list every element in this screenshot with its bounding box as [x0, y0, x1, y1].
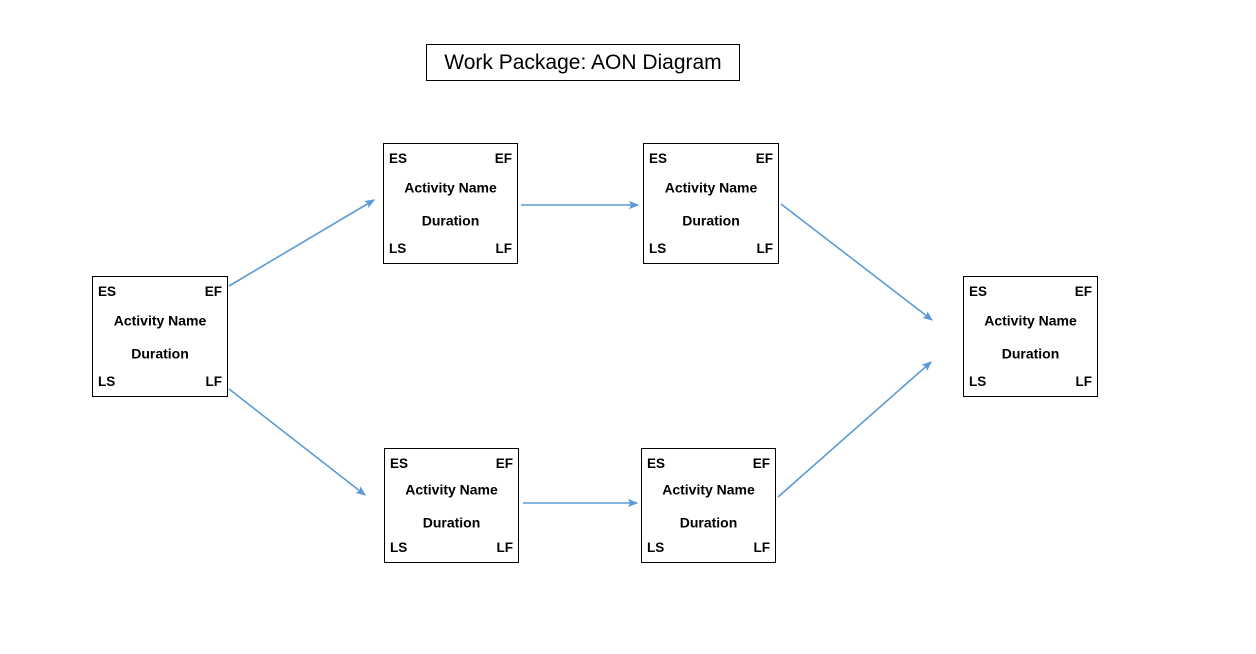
node-bottom-second-ef-label: EF [752, 456, 770, 471]
node-finish-duration: Duration [1001, 345, 1060, 361]
node-top-second-duration: Duration [682, 212, 740, 228]
node-finish-body: Activity Name Duration [964, 313, 1097, 360]
node-start-ls-label: LS [98, 373, 116, 389]
aon-node-finish[interactable]: ES EF Activity Name Duration LS LF [963, 276, 1098, 397]
node-finish-ls-label: LS [969, 373, 987, 389]
node-top-first-duration: Duration [421, 212, 480, 228]
node-top-first-ls-label: LS [389, 240, 407, 256]
node-top-second-ls-label: LS [649, 240, 667, 256]
node-top-second-body: Activity Name Duration [644, 180, 778, 227]
node-bottom-first-duration: Duration [422, 514, 481, 530]
node-top-second-ef-label: EF [755, 151, 773, 166]
node-bottom-second-body: Activity Name Duration [642, 482, 775, 529]
aon-node-top-first[interactable]: ES EF Activity Name Duration LS LF [383, 143, 518, 264]
node-start-body: Activity Name Duration [93, 313, 227, 360]
aon-node-bottom-second[interactable]: ES EF Activity Name Duration LS LF [641, 448, 776, 563]
node-start-es-label: ES [98, 284, 117, 299]
node-top-second-es-label: ES [649, 151, 668, 166]
node-bottom-first-lf-label: LF [496, 539, 514, 555]
aon-diagram-canvas: Work Package: AON Diagram ES EF Activity… [0, 0, 1256, 654]
node-bottom-second-duration: Duration [679, 514, 738, 530]
node-bottom-second-ls-label: LS [647, 539, 665, 555]
node-finish-activity-name: Activity Name [984, 312, 1077, 328]
node-finish-ef-label: EF [1074, 284, 1092, 299]
node-top-first-es-label: ES [389, 151, 408, 166]
node-start-duration: Duration [131, 345, 189, 361]
node-bottom-first-es-label: ES [390, 456, 409, 471]
node-start-ef-label: EF [204, 284, 222, 299]
node-start-lf-label: LF [205, 373, 223, 389]
diagram-title-text: Work Package: AON Diagram [444, 51, 722, 74]
node-top-first-body: Activity Name Duration [384, 180, 517, 227]
node-bottom-first-activity-name: Activity Name [405, 481, 498, 497]
connector-start-to-bottom-first [228, 388, 367, 496]
node-finish-lf-label: LF [1075, 373, 1093, 389]
node-top-first-ef-label: EF [494, 151, 512, 166]
node-finish-es-label: ES [969, 284, 988, 299]
node-top-first-activity-name: Activity Name [404, 179, 497, 195]
aon-node-bottom-first[interactable]: ES EF Activity Name Duration LS LF [384, 448, 519, 563]
connector-bottom-second-to-finish [777, 361, 932, 498]
node-bottom-second-es-label: ES [647, 456, 666, 471]
connector-top-second-to-finish [780, 203, 934, 321]
node-bottom-first-ef-label: EF [495, 456, 513, 471]
node-top-second-lf-label: LF [756, 240, 774, 256]
node-bottom-first-ls-label: LS [390, 539, 408, 555]
node-top-first-lf-label: LF [495, 240, 513, 256]
aon-node-top-second[interactable]: ES EF Activity Name Duration LS LF [643, 143, 779, 264]
node-bottom-second-activity-name: Activity Name [662, 481, 755, 497]
node-bottom-second-lf-label: LF [753, 539, 771, 555]
node-start-activity-name: Activity Name [113, 312, 207, 328]
node-bottom-first-body: Activity Name Duration [385, 482, 518, 529]
node-top-second-activity-name: Activity Name [664, 179, 758, 195]
connector-start-to-top-first [228, 199, 376, 287]
aon-node-start[interactable]: ES EF Activity Name Duration LS LF [92, 276, 228, 397]
diagram-title-box: Work Package: AON Diagram [426, 44, 740, 81]
